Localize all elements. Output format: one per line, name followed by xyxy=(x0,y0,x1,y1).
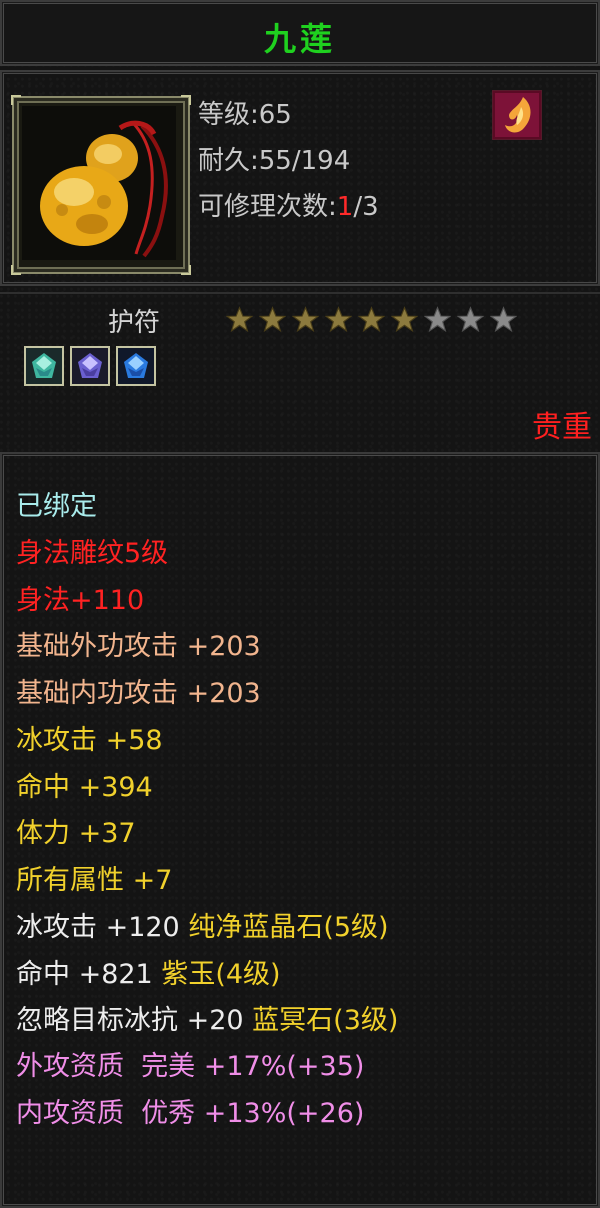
attribute-line: 身法+110 xyxy=(16,585,145,616)
durability-label: 耐久:55/194 xyxy=(198,146,351,176)
star-filled-icon xyxy=(292,306,319,333)
green-gem-icon xyxy=(26,348,62,384)
attributes-panel: 已绑定 身法雕纹5级 身法+110 基础外功攻击 +203 基础内功攻击 +20… xyxy=(0,452,600,1208)
item-type-label: 护符 xyxy=(108,308,161,338)
blue-gem-icon xyxy=(118,348,154,384)
attribute-line: 冰攻击 +58 xyxy=(16,725,163,756)
attribute-line: 命中 +394 xyxy=(16,772,153,803)
star-filled-icon xyxy=(358,306,385,333)
star-rating xyxy=(226,306,517,333)
item-icon-frame[interactable] xyxy=(11,95,191,275)
attribute-line: 基础外功攻击 +203 xyxy=(16,631,261,662)
star-empty-icon xyxy=(490,306,517,333)
quality-line: 外攻资质 完美 +17%(+35) xyxy=(16,1051,365,1082)
fire-skill-icon[interactable] xyxy=(492,90,542,140)
gem-slot-1[interactable] xyxy=(24,346,64,386)
gem-attribute-line: 忽略目标冰抗 +20 蓝冥石(3级) xyxy=(16,1005,399,1036)
gem-slot-2[interactable] xyxy=(70,346,110,386)
item-tooltip: 九莲 等级:65 耐久:55/194 可修理次数:1/3 护符 贵重 已绑定 身… xyxy=(0,0,600,1208)
star-filled-icon xyxy=(325,306,352,333)
gem-attribute-line: 命中 +821 紫玉(4级) xyxy=(16,959,281,990)
star-filled-icon xyxy=(391,306,418,333)
item-info-panel: 等级:65 耐久:55/194 可修理次数:1/3 xyxy=(0,70,600,286)
gem-slot-3[interactable] xyxy=(116,346,156,386)
gourd-amulet-icon xyxy=(22,106,176,260)
purple-gem-icon xyxy=(72,348,108,384)
attribute-line: 已绑定 xyxy=(16,491,97,522)
star-filled-icon xyxy=(226,306,253,333)
item-name: 九莲 xyxy=(263,20,336,58)
gem-slots xyxy=(24,346,156,386)
attribute-line: 身法雕纹5级 xyxy=(16,538,169,569)
star-empty-icon xyxy=(457,306,484,333)
attribute-line: 体力 +37 xyxy=(16,818,136,849)
star-empty-icon xyxy=(424,306,451,333)
attribute-line: 所有属性 +7 xyxy=(16,865,173,896)
type-panel: 护符 贵重 xyxy=(0,292,600,448)
level-label: 等级:65 xyxy=(198,100,292,130)
attribute-line: 基础内功攻击 +203 xyxy=(16,678,261,709)
repair-count-label: 可修理次数:1/3 xyxy=(198,192,379,222)
gem-attribute-line: 冰攻击 +120 纯净蓝晶石(5级) xyxy=(16,912,389,943)
rarity-label: 贵重 xyxy=(532,410,592,445)
title-bar: 九莲 xyxy=(0,0,600,66)
quality-line: 内攻资质 优秀 +13%(+26) xyxy=(16,1098,365,1129)
star-filled-icon xyxy=(259,306,286,333)
